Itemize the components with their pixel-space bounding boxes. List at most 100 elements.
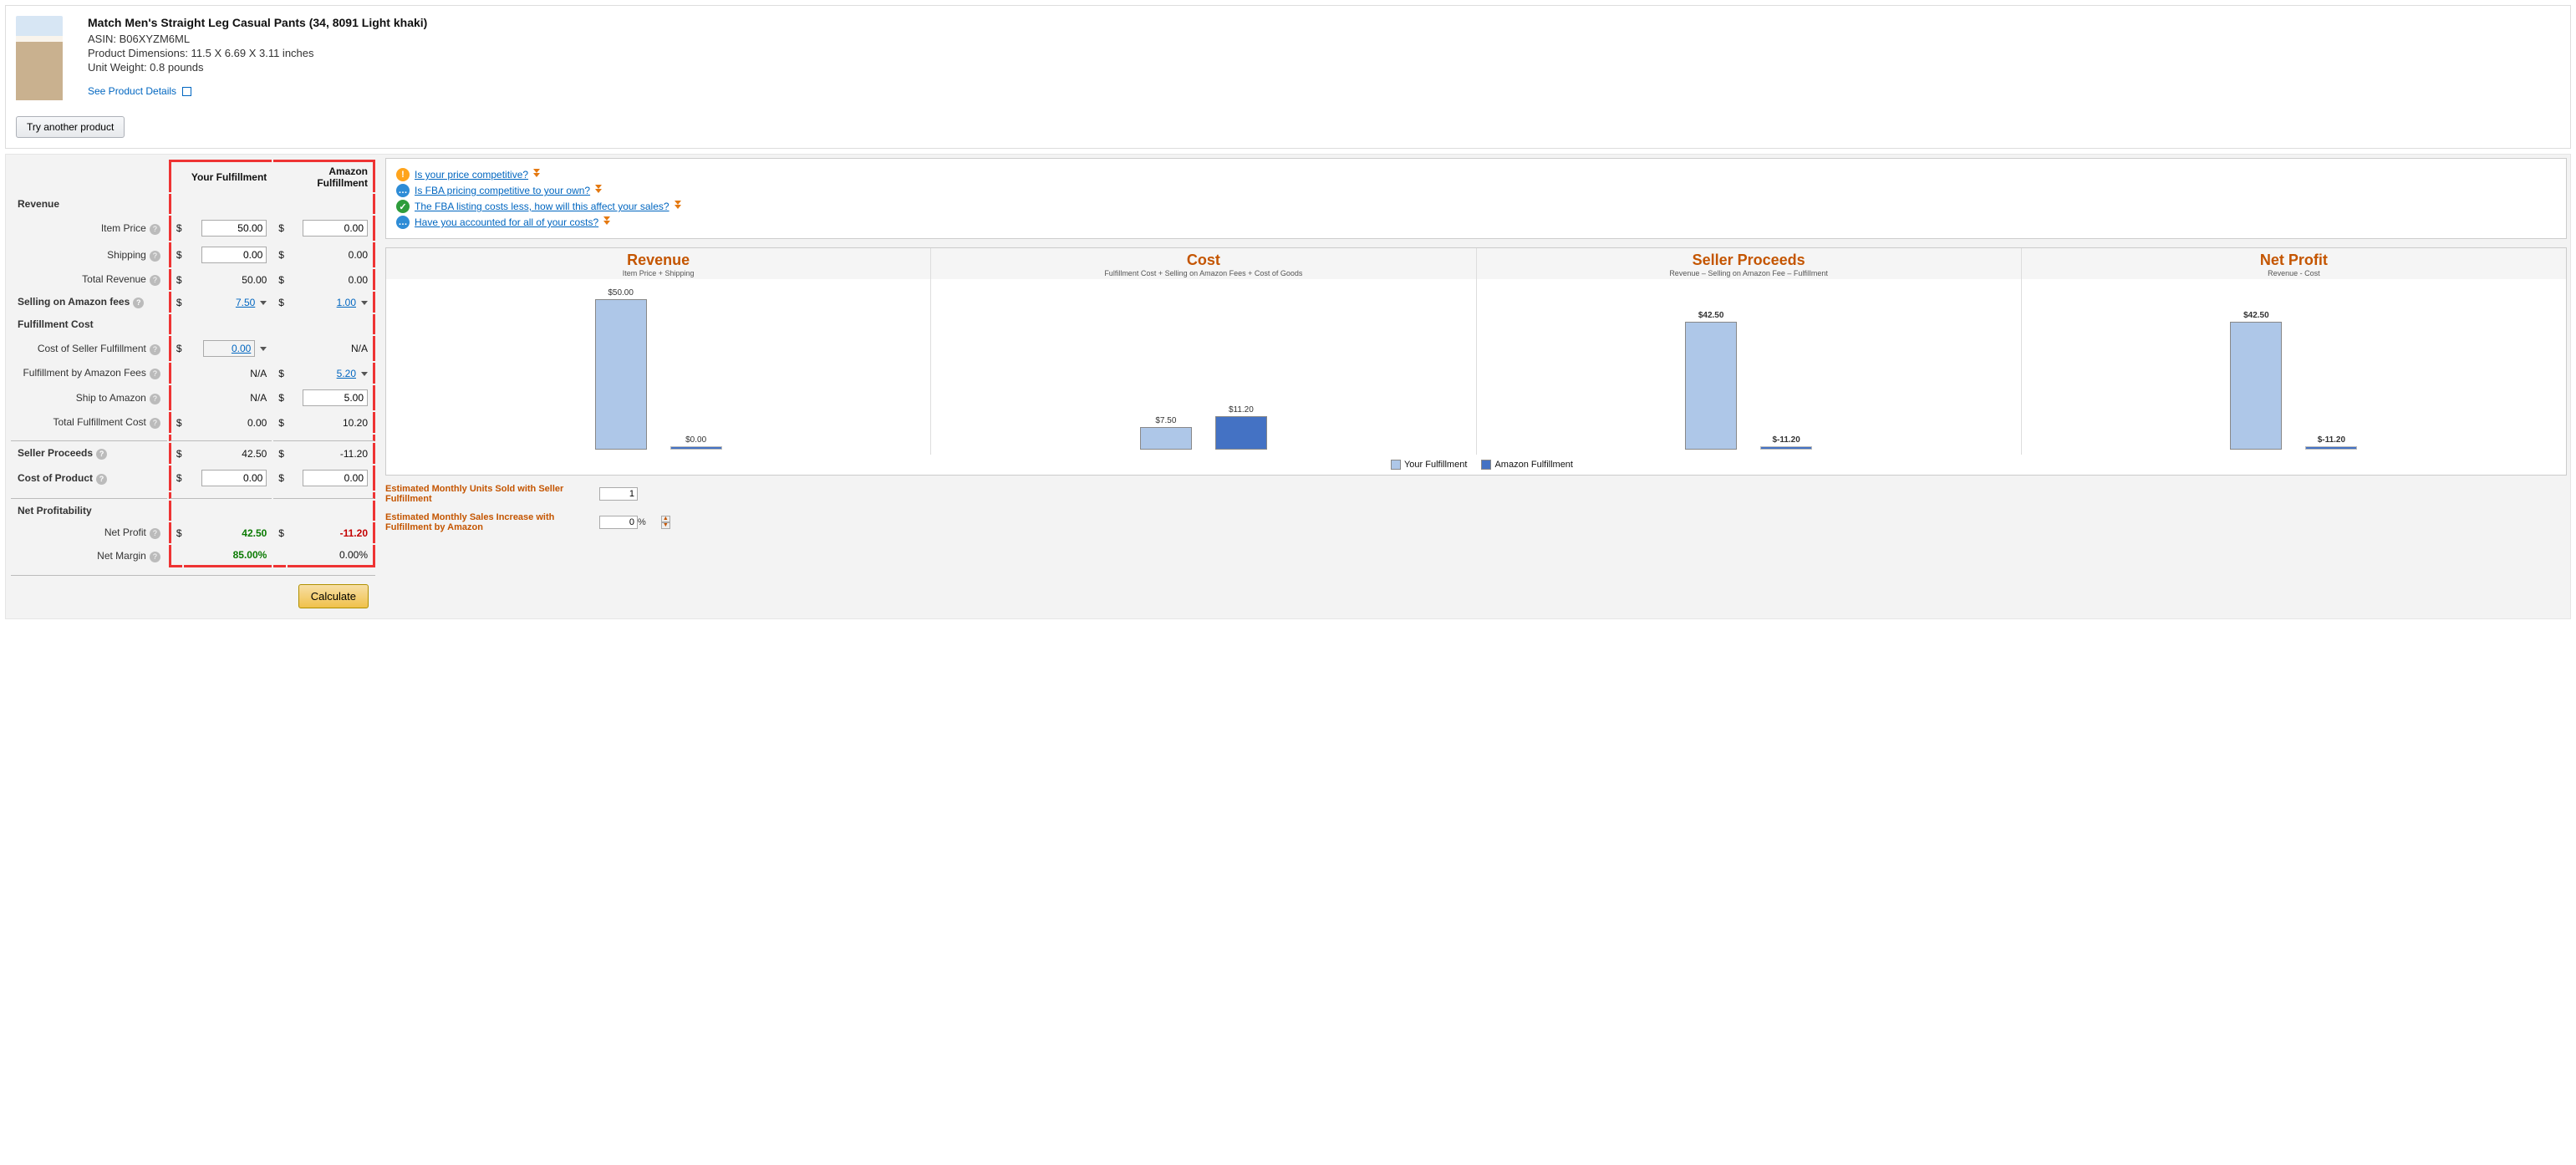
chevron-down-icon (361, 301, 368, 305)
try-another-product-button[interactable]: Try another product (16, 116, 125, 138)
yf-net-profit: 42.50 (242, 527, 267, 539)
section-fulfillment-cost: Fulfillment Cost (11, 314, 167, 334)
row-total-revenue: Total Revenue? (11, 269, 167, 290)
est-sales-increase-input[interactable] (599, 516, 638, 529)
help-icon[interactable]: ? (150, 344, 160, 355)
expand-icon[interactable] (595, 189, 602, 193)
row-net-margin: Net Margin? (11, 545, 167, 567)
bar (1760, 446, 1812, 450)
bar-value-label: $11.20 (1229, 405, 1254, 415)
chevron-down-icon (260, 347, 267, 351)
yf-total-fulfillment: 0.00 (247, 417, 267, 429)
yf-ship-to-amazon-na: N/A (250, 392, 267, 404)
af-seller-fulfillment-na: N/A (351, 343, 368, 354)
help-icon[interactable]: ? (150, 418, 160, 429)
help-icon[interactable]: ? (150, 224, 160, 235)
product-asin: ASIN: B06XYZM6ML (88, 33, 427, 45)
row-shipping: Shipping? (11, 242, 167, 267)
af-seller-proceeds: -11.20 (340, 448, 368, 460)
percent-label: % (638, 517, 646, 527)
product-details-link[interactable]: See Product Details (88, 85, 176, 97)
bar (670, 446, 722, 450)
row-ship-to-amazon: Ship to Amazon? (11, 385, 167, 410)
bar-value-label: $-11.20 (1772, 435, 1800, 445)
header-your-fulfillment: Your Fulfillment (169, 160, 272, 192)
spinner-down-icon[interactable]: ▼ (661, 522, 670, 529)
bar (2305, 446, 2357, 450)
chart-proceeds-title: Seller Proceeds (1484, 252, 2014, 269)
product-title: Match Men's Straight Leg Casual Pants (3… (88, 16, 427, 29)
help-icon[interactable]: ? (133, 298, 144, 308)
legend-swatch-af (1481, 460, 1491, 470)
external-link-icon (182, 87, 191, 96)
af-net-margin: 0.00% (339, 549, 368, 561)
bar (1140, 427, 1192, 450)
section-selling-fees: Selling on Amazon fees? (11, 292, 167, 313)
bar-value-label: $42.50 (1698, 311, 1724, 320)
section-seller-proceeds: Seller Proceeds? (11, 443, 167, 464)
product-thumbnail (16, 16, 63, 108)
yf-shipping-input[interactable] (201, 247, 267, 263)
af-ship-to-amazon-input[interactable] (303, 389, 368, 406)
chart-revenue-sub: Item Price + Shipping (393, 269, 924, 277)
help-icon[interactable]: ? (96, 449, 107, 460)
row-fba-fees: Fulfillment by Amazon Fees? (11, 363, 167, 384)
chart-legend: Your Fulfillment Amazon Fulfillment (386, 455, 2566, 475)
yf-seller-proceeds: 42.50 (242, 448, 267, 460)
note-fba-costs-less-link[interactable]: The FBA listing costs less, how will thi… (415, 201, 669, 212)
yf-cost-of-product-input[interactable] (201, 470, 267, 486)
yf-total-revenue: 50.00 (242, 274, 267, 286)
chevron-down-icon (260, 301, 267, 305)
help-icon[interactable]: ? (150, 394, 160, 404)
est-monthly-units-input[interactable] (599, 487, 638, 501)
chart-cell: $42.50 $-11.20 (1477, 279, 2022, 455)
bar-value-label: $7.50 (1155, 416, 1176, 425)
note-all-costs-link[interactable]: Have you accounted for all of your costs… (415, 216, 598, 228)
af-net-profit: -11.20 (340, 527, 368, 539)
comment-icon: … (396, 184, 410, 197)
help-icon[interactable]: ? (150, 251, 160, 262)
af-fba-fees-dropdown[interactable]: 5.20 (337, 368, 356, 379)
chart-netprofit-title: Net Profit (2029, 252, 2559, 269)
note-price-competitive-link[interactable]: Is your price competitive? (415, 169, 528, 181)
help-icon[interactable]: ? (150, 528, 160, 539)
note-fba-competitive-link[interactable]: Is FBA pricing competitive to your own? (415, 185, 590, 196)
af-total-fulfillment: 10.20 (343, 417, 368, 429)
chart-cell: $50.00$0.00 (386, 279, 931, 455)
legend-af-label: Amazon Fulfillment (1494, 460, 1573, 470)
notes-panel: !Is your price competitive? …Is FBA pric… (385, 158, 2567, 239)
chart-cost-title: Cost (938, 252, 1469, 269)
spinner-up-icon[interactable]: ▲ (661, 516, 670, 522)
help-icon[interactable]: ? (96, 474, 107, 485)
help-icon[interactable]: ? (150, 369, 160, 379)
calculate-button[interactable]: Calculate (298, 584, 369, 608)
af-item-price-input[interactable] (303, 220, 368, 237)
expand-icon[interactable] (533, 173, 540, 177)
bar (1685, 322, 1737, 450)
chart-proceeds-sub: Revenue – Selling on Amazon Fee – Fulfil… (1484, 269, 2014, 277)
af-selling-fees-dropdown[interactable]: 1.00 (337, 297, 356, 308)
yf-fba-fees-na: N/A (250, 368, 267, 379)
yf-seller-fulfillment-dropdown[interactable]: 0.00 (203, 340, 255, 357)
af-total-revenue: 0.00 (349, 274, 368, 286)
product-dimensions: Product Dimensions: 11.5 X 6.69 X 3.11 i… (88, 47, 427, 59)
chart-cell: $7.50 $11.20 (931, 279, 1476, 455)
est-monthly-units-label: Estimated Monthly Units Sold with Seller… (385, 484, 586, 504)
bar (2230, 322, 2282, 450)
expand-icon[interactable] (603, 221, 610, 225)
row-net-profit: Net Profit? (11, 522, 167, 543)
help-icon[interactable]: ? (150, 275, 160, 286)
bar-value-label: $-11.20 (2318, 435, 2345, 445)
bar-value-label: $50.00 (608, 288, 634, 298)
comment-icon: … (396, 216, 410, 229)
af-cost-of-product-input[interactable] (303, 470, 368, 486)
help-icon[interactable]: ? (150, 552, 160, 562)
legend-swatch-yf (1391, 460, 1401, 470)
yf-item-price-input[interactable] (201, 220, 267, 237)
chart-cell: $42.50$-11.20 (2022, 279, 2566, 455)
yf-selling-fees-dropdown[interactable]: 7.50 (236, 297, 255, 308)
expand-icon[interactable] (675, 205, 681, 209)
chart-cost-sub: Fulfillment Cost + Selling on Amazon Fee… (938, 269, 1469, 277)
chevron-down-icon (361, 372, 368, 376)
yf-net-margin: 85.00% (233, 549, 267, 561)
